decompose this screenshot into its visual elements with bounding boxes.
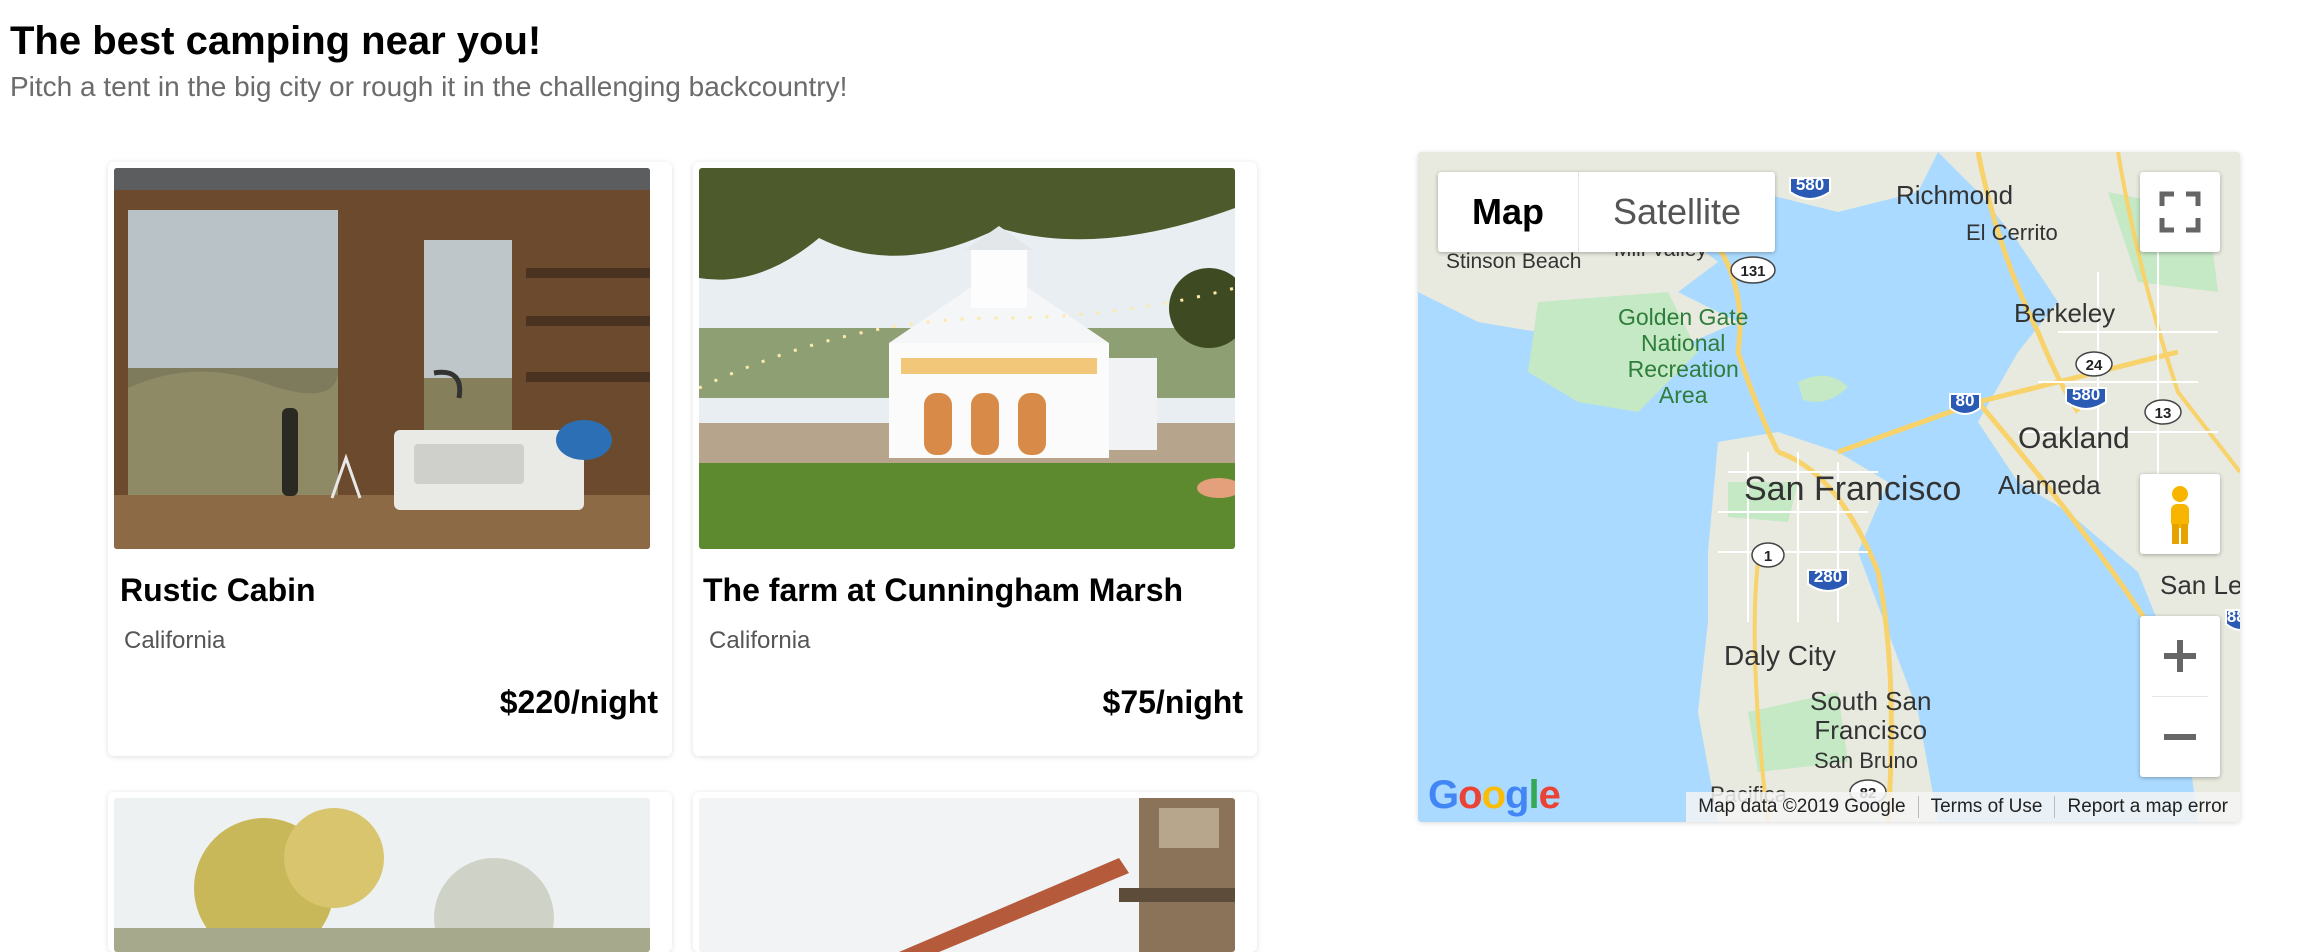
interstate-580-shield: 580	[1789, 175, 1831, 200]
map-label-daly-city: Daly City	[1724, 640, 1837, 671]
map-type-map-button[interactable]: Map	[1438, 172, 1579, 252]
listing-location: California	[124, 627, 226, 654]
minus-icon	[2164, 734, 2196, 740]
map-label-south-sf-line: South San	[1810, 686, 1932, 716]
listing-name[interactable]: Rustic Cabin	[120, 572, 316, 609]
listing-price: $220/night	[499, 684, 658, 720]
route-13-shield: 13	[2144, 399, 2182, 425]
page-subtitle: Pitch a tent in the big city or rough it…	[10, 71, 848, 102]
map-label-san-le: San Le	[2160, 570, 2240, 600]
map-label-alameda: Alameda	[1998, 470, 2101, 500]
interstate-580-shield-2: 580	[2065, 385, 2107, 410]
terms-of-use-link[interactable]: Terms of Use	[1919, 796, 2055, 818]
listing-card[interactable]	[693, 792, 1257, 952]
route-1-shield: 1	[1751, 542, 1785, 568]
svg-text:580: 580	[2072, 385, 2100, 404]
listing-price: $75/night	[1102, 684, 1243, 720]
map-widget[interactable]: 580 131 80 580 24 13 1 280 82 880 Richmo…	[1418, 152, 2240, 822]
map-type-toggle: Map Satellite	[1438, 172, 1776, 252]
route-24-shield: 24	[2075, 351, 2113, 377]
svg-text:24: 24	[2086, 357, 2103, 374]
page-title: The best camping near you!	[10, 19, 542, 63]
zoom-in-button[interactable]	[2140, 616, 2220, 696]
plus-icon	[2164, 640, 2196, 672]
map-label-el-cerrito: El Cerrito	[1966, 220, 2058, 245]
interstate-280-shield: 280	[1807, 567, 1849, 592]
listing-location: California	[709, 627, 811, 654]
listing-card[interactable]: The farm at Cunningham Marsh California …	[693, 162, 1257, 756]
svg-text:280: 280	[1814, 567, 1842, 586]
map-label-stinson-beach: Stinson Beach	[1446, 250, 1582, 273]
listing-name[interactable]: The farm at Cunningham Marsh	[703, 572, 1183, 609]
svg-text:80: 80	[1956, 391, 1975, 410]
interstate-880-shield: 880	[2225, 607, 2240, 631]
white-barn-photo	[699, 168, 1235, 549]
listing-card[interactable]: Rustic Cabin California $220/night	[108, 162, 672, 756]
fullscreen-icon	[2159, 191, 2201, 233]
svg-text:131: 131	[1740, 263, 1765, 280]
svg-text:580: 580	[1796, 175, 1824, 194]
map-label-ggnra-line: Golden Gate	[1618, 304, 1749, 330]
interstate-80-shield: 80	[1949, 391, 1981, 415]
report-map-error-link[interactable]: Report a map error	[2055, 796, 2240, 818]
map-label-san-bruno: San Bruno	[1814, 748, 1918, 773]
map-data-credit: Map data ©2019 Google	[1698, 796, 1906, 817]
map-type-satellite-button[interactable]: Satellite	[1579, 172, 1775, 252]
map-label-berkeley: Berkeley	[2014, 298, 2116, 328]
svg-text:1: 1	[1764, 548, 1772, 565]
map-label-ggnra-line: National	[1641, 330, 1726, 356]
map-label-ggnra-line: Recreation	[1627, 356, 1739, 382]
pegman-icon	[2171, 486, 2189, 544]
svg-text:13: 13	[2155, 405, 2172, 422]
map-label-richmond: Richmond	[1896, 180, 2014, 210]
map-attribution: Map data ©2019 Google Terms of Use Repor…	[1686, 792, 2240, 822]
zoom-out-button[interactable]	[2140, 697, 2220, 777]
fullscreen-button[interactable]	[2140, 172, 2220, 252]
listing-card[interactable]	[108, 792, 672, 952]
map-label-south-sf-line: Francisco	[1814, 715, 1928, 745]
tower-photo	[699, 798, 1235, 952]
map-label-ggnra: Golden Gate National Recreation Area	[1618, 304, 1748, 408]
tree-photo	[114, 798, 650, 952]
map-label-san-francisco: San Francisco	[1744, 470, 1962, 508]
map-label-oakland: Oakland	[2018, 422, 2130, 455]
map-label-ggnra-line: Area	[1658, 382, 1708, 408]
svg-text:880: 880	[2227, 607, 2240, 626]
street-view-pegman[interactable]	[2140, 474, 2220, 554]
zoom-controls	[2140, 616, 2220, 777]
map-label-south-san-francisco: South San Francisco	[1810, 687, 1931, 745]
google-logo[interactable]: Google	[1428, 773, 1561, 818]
cabin-window-photo	[114, 168, 650, 549]
route-131-shield: 131	[1730, 256, 1776, 284]
